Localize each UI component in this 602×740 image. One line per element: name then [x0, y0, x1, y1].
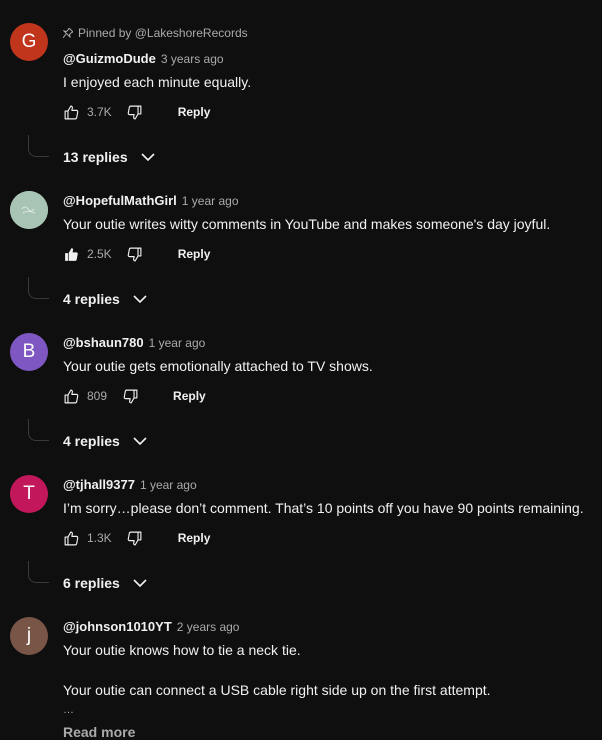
truncation-ellipsis: … — [63, 704, 74, 716]
thumb-up-icon — [64, 105, 78, 119]
like-count: 3.7K — [87, 105, 112, 119]
comment-author[interactable]: @tjhall9377 — [63, 477, 135, 492]
like-button[interactable] — [62, 245, 80, 263]
comment-time[interactable]: 1 year ago — [140, 478, 197, 492]
comment-author[interactable]: @bshaun780 — [63, 335, 144, 350]
view-replies-button[interactable]: 13 replies — [63, 149, 156, 165]
thread-connector — [28, 135, 49, 157]
avatar[interactable]: j — [10, 617, 48, 655]
like-button[interactable] — [62, 387, 80, 405]
thumb-down-icon — [123, 389, 137, 403]
thumb-up-icon — [64, 389, 78, 403]
reply-button[interactable]: Reply — [178, 247, 211, 261]
comment-text: Your outie gets emotionally attached to … — [63, 358, 373, 374]
avatar[interactable]: T — [10, 475, 48, 513]
chevron-down-icon — [133, 579, 147, 588]
dislike-button[interactable] — [126, 529, 144, 547]
like-count: 2.5K — [87, 247, 112, 261]
reply-button[interactable]: Reply — [173, 389, 206, 403]
thumb-down-icon — [127, 247, 142, 261]
comment-author[interactable]: @HopefulMathGirl — [63, 193, 177, 208]
comment-text-line-2: Your outie can connect a USB cable right… — [63, 682, 491, 698]
thumb-down-icon — [127, 531, 142, 545]
chevron-down-icon — [133, 437, 147, 446]
comment-time[interactable]: 3 years ago — [161, 52, 224, 66]
thread-connector — [28, 277, 49, 299]
comment-time[interactable]: 2 years ago — [177, 620, 240, 634]
comment-author[interactable]: @GuizmoDude — [63, 51, 156, 66]
thread-connector — [28, 561, 49, 583]
comment-text: I’m sorry…please don’t comment. That’s 1… — [63, 500, 584, 516]
like-button[interactable] — [62, 529, 80, 547]
comment-author[interactable]: @johnson1010YT — [63, 619, 172, 634]
replies-count: 6 replies — [63, 575, 120, 591]
view-replies-button[interactable]: 4 replies — [63, 291, 148, 307]
thumb-up-icon — [64, 531, 78, 545]
reply-button[interactable]: Reply — [178, 531, 211, 545]
avatar[interactable]: G — [10, 23, 48, 61]
pin-icon — [63, 28, 73, 38]
avatar[interactable]: B — [10, 333, 48, 371]
dislike-button[interactable] — [126, 103, 144, 121]
like-button[interactable] — [62, 103, 80, 121]
like-count: 1.3K — [87, 531, 112, 545]
pinned-label: Pinned by @LakeshoreRecords — [63, 26, 248, 40]
chevron-down-icon — [133, 295, 147, 304]
read-more-button[interactable]: Read more — [63, 724, 135, 740]
pinned-text: Pinned by @LakeshoreRecords — [78, 26, 248, 40]
view-replies-button[interactable]: 4 replies — [63, 433, 148, 449]
replies-count: 13 replies — [63, 149, 128, 165]
comment-text: I enjoyed each minute equally. — [63, 74, 252, 90]
reply-button[interactable]: Reply — [178, 105, 211, 119]
dislike-button[interactable] — [126, 245, 144, 263]
comment-text: Your outie writes witty comments in YouT… — [63, 216, 551, 232]
thread-connector — [28, 419, 49, 441]
replies-count: 4 replies — [63, 433, 120, 449]
thumb-down-icon — [127, 105, 142, 119]
comment-time[interactable]: 1 year ago — [182, 194, 239, 208]
comment-time[interactable]: 1 year ago — [149, 336, 206, 350]
comment-text: Your outie knows how to tie a neck tie. — [63, 642, 301, 658]
avatar[interactable] — [10, 191, 48, 229]
view-replies-button[interactable]: 6 replies — [63, 575, 148, 591]
like-count: 809 — [87, 389, 108, 403]
thumb-up-filled-icon — [64, 247, 78, 261]
dislike-button[interactable] — [121, 387, 139, 405]
replies-count: 4 replies — [63, 291, 120, 307]
avatar-image — [10, 191, 48, 229]
chevron-down-icon — [141, 153, 155, 162]
